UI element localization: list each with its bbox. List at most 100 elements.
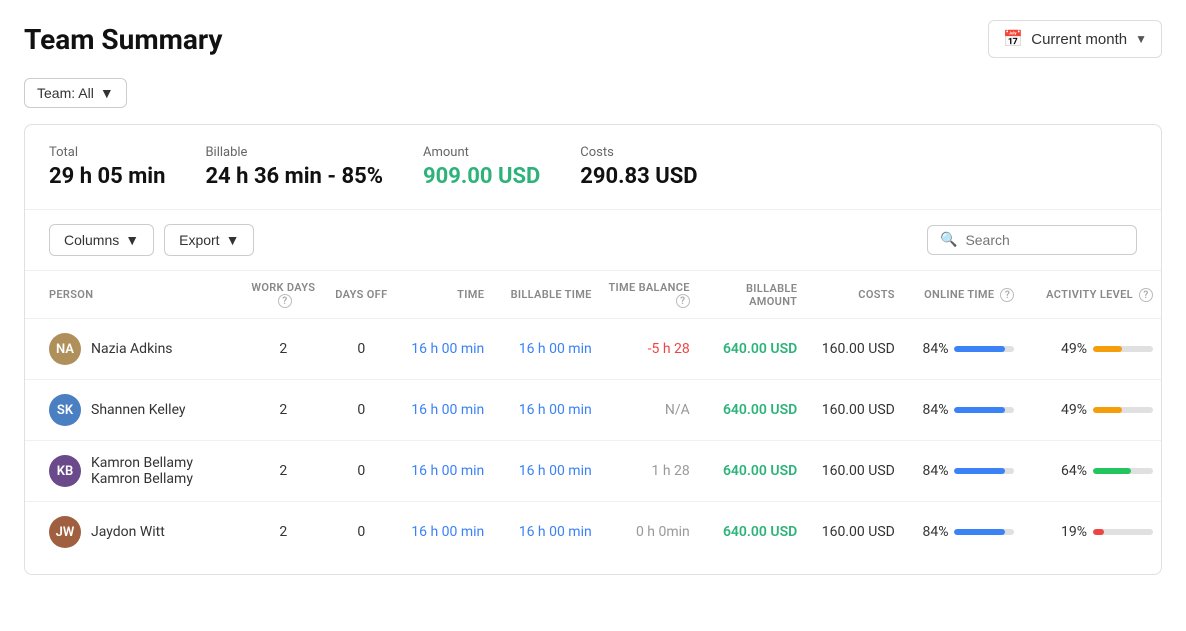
billable-time-link[interactable]: 16 h 00 min	[519, 463, 592, 479]
billable-time-link[interactable]: 16 h 00 min	[519, 341, 592, 357]
activity-bar	[1093, 346, 1153, 352]
cell-daysoff: 0	[327, 319, 395, 380]
cell-billable-amount: 640.00 USD	[698, 319, 805, 380]
stat-costs: Costs 290.83 USD	[580, 145, 697, 189]
col-header-time: TIME	[396, 271, 493, 319]
person-name[interactable]: Nazia Adkins	[91, 341, 173, 357]
amount-label: Amount	[423, 145, 540, 160]
online-bar	[954, 407, 1014, 413]
cell-costs: 160.00 USD	[805, 502, 903, 563]
main-card: Total 29 h 05 min Billable 24 h 36 min -…	[24, 124, 1162, 575]
billable-label: Billable	[205, 145, 383, 160]
export-button[interactable]: Export ▼	[164, 224, 254, 256]
activity-bar-fill	[1093, 407, 1122, 413]
online-pct: 84%	[916, 524, 948, 540]
cell-balance: N/A	[600, 380, 698, 441]
cell-person: SK Shannen Kelley	[25, 380, 240, 441]
cell-billable-time: 16 h 00 min	[492, 502, 599, 563]
table-row: SK Shannen Kelley 2 0 16 h 00 min 16 h 0…	[25, 380, 1161, 441]
columns-chevron-icon: ▼	[125, 232, 139, 248]
team-select-button[interactable]: Team: All ▼	[24, 78, 127, 108]
cell-time: 16 h 00 min	[396, 319, 493, 380]
cell-online-time: 84%	[903, 502, 1023, 563]
online-bar	[954, 468, 1014, 474]
total-label: Total	[49, 145, 165, 160]
cell-daysoff: 0	[327, 380, 395, 441]
activity-bar-fill	[1093, 468, 1131, 474]
stats-row: Total 29 h 05 min Billable 24 h 36 min -…	[25, 125, 1161, 210]
time-link[interactable]: 16 h 00 min	[411, 463, 484, 479]
col-header-workdays: WORK DAYS ?	[240, 271, 328, 319]
costs-value: 290.83 USD	[580, 164, 697, 189]
online-pct: 84%	[916, 463, 948, 479]
table-row: KB Kamron Bellamy Kamron Bellamy 2 0 16 …	[25, 441, 1161, 502]
stat-amount: Amount 909.00 USD	[423, 145, 540, 189]
stat-total: Total 29 h 05 min	[49, 145, 165, 189]
person-name[interactable]: Shannen Kelley	[91, 402, 186, 418]
search-input[interactable]	[965, 232, 1124, 248]
columns-label: Columns	[64, 232, 119, 248]
team-table: PERSON WORK DAYS ? DAYS OFF TIME BILLABL…	[25, 271, 1161, 562]
toolbar: Columns ▼ Export ▼ 🔍	[25, 210, 1161, 271]
search-icon: 🔍	[940, 232, 957, 248]
person-name[interactable]: Jaydon Witt	[91, 524, 165, 540]
cell-billable-time: 16 h 00 min	[492, 319, 599, 380]
cell-person: NA Nazia Adkins	[25, 319, 240, 380]
cell-costs: 160.00 USD	[805, 380, 903, 441]
cell-workdays: 2	[240, 502, 328, 563]
billable-time-link[interactable]: 16 h 00 min	[519, 524, 592, 540]
workdays-help-icon: ?	[278, 294, 292, 308]
current-month-label: Current month	[1031, 31, 1127, 48]
cell-costs: 160.00 USD	[805, 319, 903, 380]
search-wrapper: 🔍	[927, 225, 1137, 255]
activity-pct: 49%	[1055, 341, 1087, 357]
col-header-billable-amount: BILLABLE AMOUNT	[698, 271, 805, 319]
team-select-label: Team: All	[37, 85, 94, 101]
team-chevron-icon: ▼	[100, 85, 114, 101]
online-pct: 84%	[916, 402, 948, 418]
cell-workdays: 2	[240, 319, 328, 380]
cell-billable-amount: 640.00 USD	[698, 441, 805, 502]
cell-costs: 160.00 USD	[805, 441, 903, 502]
cell-activity-level: 64%	[1022, 441, 1161, 502]
online-bar	[954, 346, 1014, 352]
person-name[interactable]: Kamron Bellamy Kamron Bellamy	[91, 455, 232, 487]
avatar: SK	[49, 394, 81, 426]
time-link[interactable]: 16 h 00 min	[411, 402, 484, 418]
page-title: Team Summary	[24, 23, 222, 56]
cell-person: KB Kamron Bellamy Kamron Bellamy	[25, 441, 240, 502]
activity-pct: 49%	[1055, 402, 1087, 418]
billable-time-link[interactable]: 16 h 00 min	[519, 402, 592, 418]
activity-bar-fill	[1093, 346, 1122, 352]
columns-button[interactable]: Columns ▼	[49, 224, 154, 256]
avatar: JW	[49, 516, 81, 548]
cell-activity-level: 19%	[1022, 502, 1161, 563]
online-bar-fill	[954, 346, 1004, 352]
online-pct: 84%	[916, 341, 948, 357]
activity-bar	[1093, 468, 1153, 474]
current-month-button[interactable]: 📅 Current month ▼	[988, 20, 1162, 58]
time-link[interactable]: 16 h 00 min	[411, 524, 484, 540]
cell-activity-level: 49%	[1022, 319, 1161, 380]
export-label: Export	[179, 232, 219, 248]
cell-balance: 1 h 28	[600, 441, 698, 502]
col-header-online-time: ONLINE TIME ?	[903, 271, 1023, 319]
time-link[interactable]: 16 h 00 min	[411, 341, 484, 357]
online-bar-fill	[954, 407, 1004, 413]
col-header-daysoff: DAYS OFF	[327, 271, 395, 319]
cell-online-time: 84%	[903, 319, 1023, 380]
activity-pct: 19%	[1055, 524, 1087, 540]
total-value: 29 h 05 min	[49, 164, 165, 189]
table-head: PERSON WORK DAYS ? DAYS OFF TIME BILLABL…	[25, 271, 1161, 319]
cell-billable-time: 16 h 00 min	[492, 441, 599, 502]
cell-online-time: 84%	[903, 441, 1023, 502]
stat-billable: Billable 24 h 36 min - 85%	[205, 145, 383, 189]
activity-bar-fill	[1093, 529, 1104, 535]
calendar-icon: 📅	[1003, 29, 1023, 49]
online-bar-fill	[954, 529, 1004, 535]
online-bar	[954, 529, 1014, 535]
cell-online-time: 84%	[903, 380, 1023, 441]
online-bar-fill	[954, 468, 1004, 474]
col-header-balance: TIME BALANCE ?	[600, 271, 698, 319]
team-filter: Team: All ▼	[24, 78, 1162, 108]
